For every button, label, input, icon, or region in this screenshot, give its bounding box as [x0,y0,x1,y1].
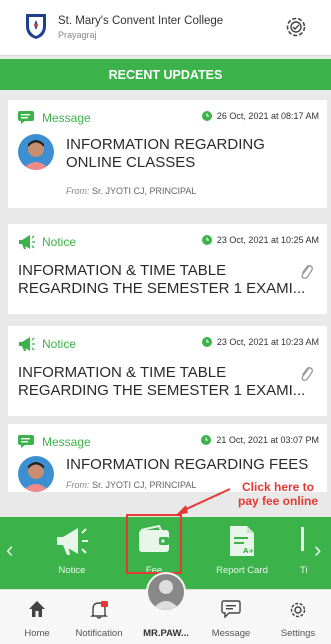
fee-highlight-box [126,514,182,574]
quick-menu-label: Ti [300,565,308,576]
card-title-line: ONLINE CLASSES [66,154,196,171]
card-date: 23 Oct, 2021 at 10:23 AM [201,337,319,347]
card-title-line: INFORMATION REGARDING FEES [66,456,309,473]
nav-label: Settings [280,628,316,639]
nav-home[interactable]: Home [4,590,70,644]
card-date: 21 Oct, 2021 at 03:07 PM [201,435,319,445]
annotation-line: Click here to [241,480,315,494]
message-icon [18,111,34,124]
card-type: Notice [42,337,77,351]
card-title: INFORMATION REGARDING ONLINE CLASSES [66,136,265,172]
quick-menu-notice[interactable]: Notice [32,517,112,589]
card-date: 26 Oct, 2021 at 08:17 AM [201,111,319,121]
switch-account-icon[interactable] [284,15,308,39]
nav-settings[interactable]: Settings [265,590,331,644]
message-icon [18,435,34,448]
card-title: INFORMATION & TIME TABLE REGARDING THE S… [18,262,305,298]
app-screen: St. Mary's Convent Inter College Prayagr… [0,0,331,644]
svg-text:A+: A+ [243,547,254,555]
nav-message[interactable]: Message [198,590,264,644]
card-type: Message [42,111,91,125]
profile-icon [152,580,180,610]
home-icon [29,601,45,617]
report-card-icon: A+ [230,526,254,556]
school-logo [26,14,46,39]
clock-icon [201,111,212,121]
card-type-row: Notice [18,234,76,250]
card-type-row: Message [18,434,91,450]
card-title-line: INFORMATION & TIME TABLE [18,262,227,279]
recent-updates-banner: RECENT UPDATES [0,59,331,90]
annotation-line: pay fee online [237,494,319,508]
updates-feed[interactable]: Message 26 Oct, 2021 at 08:17 AM INFORMA… [0,92,331,492]
card-date-text: 21 Oct, 2021 at 03:07 PM [216,435,319,445]
scroll-left-arrow[interactable]: ‹ [6,537,13,563]
profile-avatar[interactable] [146,572,186,612]
card-from: From: Sr. JYOTI CJ, PRINCIPAL [66,186,196,196]
card-date-text: 23 Oct, 2021 at 10:25 AM [216,235,319,245]
update-card[interactable]: Message 26 Oct, 2021 at 08:17 AM INFORMA… [8,100,327,208]
card-type-row: Message [18,110,91,126]
bell-icon [90,601,108,619]
megaphone-icon [19,337,35,351]
card-title-line: INFORMATION REGARDING [66,136,265,153]
card-type: Notice [42,235,77,249]
card-title-line: REGARDING THE SEMESTER 1 EXAMI... [18,382,306,399]
annotation-arrow [176,488,231,515]
attachment-icon[interactable] [299,262,313,280]
pay-fee-annotation: Click here to pay fee online [228,480,328,508]
quick-menu-label: Report Card [216,565,268,576]
avatar [18,456,54,492]
card-title: INFORMATION REGARDING FEES [66,456,308,474]
clock-icon [201,435,212,445]
nav-label: MR.PAW... [143,628,189,639]
card-date: 23 Oct, 2021 at 10:25 AM [201,235,319,245]
app-header: St. Mary's Convent Inter College Prayagr… [0,0,331,56]
card-date-text: 23 Oct, 2021 at 10:23 AM [216,337,319,347]
from-label: From: [66,480,90,490]
quick-menu-report-card[interactable]: A+ Report Card [202,517,282,589]
chat-icon [221,600,241,618]
school-city: Prayagraj [58,30,97,40]
card-title-line: REGARDING THE SEMESTER 1 EXAMI... [18,280,306,297]
banner-title: RECENT UPDATES [108,67,223,82]
megaphone-icon [19,235,35,249]
clock-icon [201,235,212,245]
update-card[interactable]: Notice 23 Oct, 2021 at 10:25 AM INFORMAT… [8,224,327,314]
megaphone-icon [57,528,88,555]
card-title-line: INFORMATION & TIME TABLE [18,364,227,381]
scroll-right-arrow[interactable]: › [314,537,321,563]
quick-menu-label: Notice [58,565,86,576]
avatar [18,134,54,170]
timetable-icon [301,527,304,551]
clock-icon [201,337,212,347]
card-type: Message [42,435,91,449]
card-title: INFORMATION & TIME TABLE REGARDING THE S… [18,364,305,400]
nav-label: Message [211,628,251,639]
from-label: From: [66,186,90,196]
nav-notification[interactable]: Notification [64,590,134,644]
card-type-row: Notice [18,336,76,352]
gear-icon [290,602,306,618]
school-name: St. Mary's Convent Inter College [58,15,224,27]
attachment-icon[interactable] [299,364,313,382]
nav-label: Notification [75,628,123,639]
card-date-text: 26 Oct, 2021 at 08:17 AM [216,111,319,121]
nav-label: Home [24,628,50,639]
from-sender: Sr. JYOTI CJ, PRINCIPAL [92,186,197,196]
update-card[interactable]: Notice 23 Oct, 2021 at 10:23 AM INFORMAT… [8,326,327,416]
